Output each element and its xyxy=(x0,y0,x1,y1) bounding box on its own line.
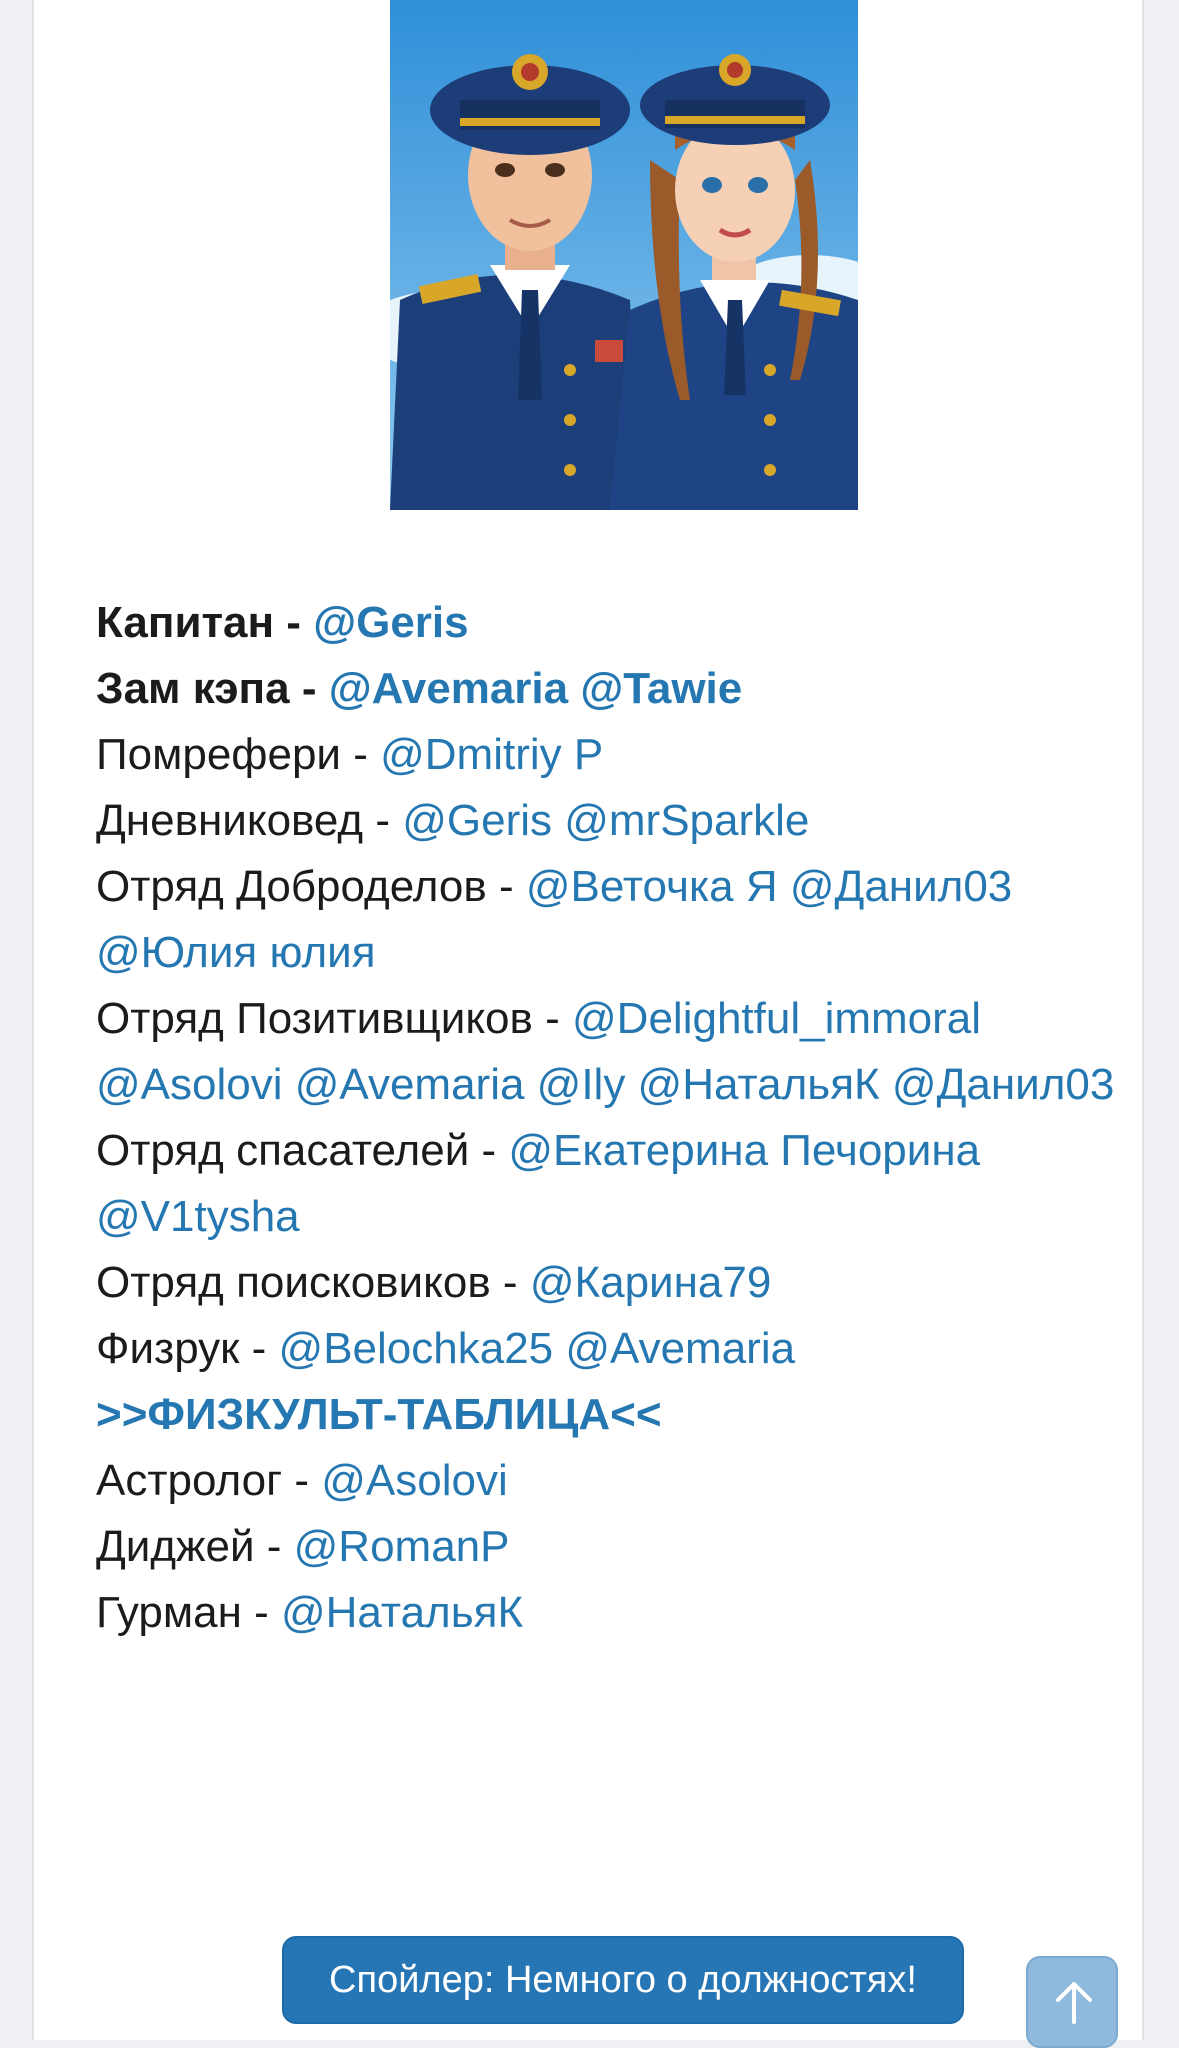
scroll-to-top-button[interactable] xyxy=(1026,1956,1118,2048)
role-label: Астролог - xyxy=(96,1456,322,1505)
roster-line-astrologer: Астролог - @Asolovi xyxy=(96,1448,1136,1514)
roster-line-pomreferi: Помрефери - @Dmitriy P xyxy=(96,722,1136,788)
role-label: Отряд Позитивщиков - xyxy=(96,994,573,1043)
user-mention-link[interactable]: @RomanP xyxy=(294,1522,510,1571)
roster-line-dj: Диджей - @RomanP xyxy=(96,1514,1136,1580)
user-mention-link[interactable]: @НатальяК xyxy=(281,1588,523,1637)
role-label: Отряд Доброделов - xyxy=(96,862,526,911)
spoiler-button[interactable]: Спойлер: Немного о должностях! xyxy=(282,1936,964,2024)
roster-line-pe-teacher: Физрук - @Belochka25 @Avemaria xyxy=(96,1316,1136,1382)
roster-line-vice-captain: Зам кэпа - @Avemaria @Tawie xyxy=(96,656,1136,722)
roster-line-pe-table: >>ФИЗКУЛЬТ-ТАБЛИЦА<< xyxy=(96,1382,1136,1448)
role-label: Гурман - xyxy=(96,1588,281,1637)
user-mention-link[interactable]: @Avemaria @Tawie xyxy=(329,664,743,713)
role-label: Помрефери - xyxy=(96,730,381,779)
user-mention-link[interactable]: @Dmitriy P xyxy=(380,730,603,779)
user-mention-link[interactable]: @Карина79 xyxy=(530,1258,772,1307)
roster-line-gourmet: Гурман - @НатальяК xyxy=(96,1580,1136,1646)
user-mention-link[interactable]: @Asolovi xyxy=(321,1456,508,1505)
arrow-up-icon xyxy=(1056,1982,1092,2024)
role-label: Отряд спасателей - xyxy=(96,1126,509,1175)
post-container: Капитан - @Geris Зам кэпа - @Avemaria @T… xyxy=(32,0,1144,2040)
role-roster: Капитан - @Geris Зам кэпа - @Avemaria @T… xyxy=(96,590,1136,1646)
roster-line-rescuers: Отряд спасателей - @Екатерина Печорина @… xyxy=(96,1118,1136,1250)
user-mention-link[interactable]: @Geris @mrSparkle xyxy=(402,796,809,845)
roster-line-captain: Капитан - @Geris xyxy=(96,590,1136,656)
roster-line-searchers: Отряд поисковиков - @Карина79 xyxy=(96,1250,1136,1316)
role-label: Физрук - xyxy=(96,1324,279,1373)
roster-line-positivity: Отряд Позитивщиков - @Delightful_immoral… xyxy=(96,986,1136,1118)
roster-line-good-deeds: Отряд Доброделов - @Веточка Я @Данил03 @… xyxy=(96,854,1136,986)
user-mention-link[interactable]: @Belochka25 @Avemaria xyxy=(279,1324,796,1373)
user-mention-link[interactable]: @Geris xyxy=(313,598,468,647)
role-label: Капитан - xyxy=(96,598,314,647)
role-label: Отряд поисковиков - xyxy=(96,1258,530,1307)
pilots-illustration xyxy=(390,0,858,510)
role-label: Диджей - xyxy=(96,1522,294,1571)
roster-line-diary-keeper: Дневниковед - @Geris @mrSparkle xyxy=(96,788,1136,854)
pe-table-link[interactable]: >>ФИЗКУЛЬТ-ТАБЛИЦА<< xyxy=(96,1390,662,1439)
role-label: Зам кэпа - xyxy=(96,664,329,713)
role-label: Дневниковед - xyxy=(96,796,403,845)
